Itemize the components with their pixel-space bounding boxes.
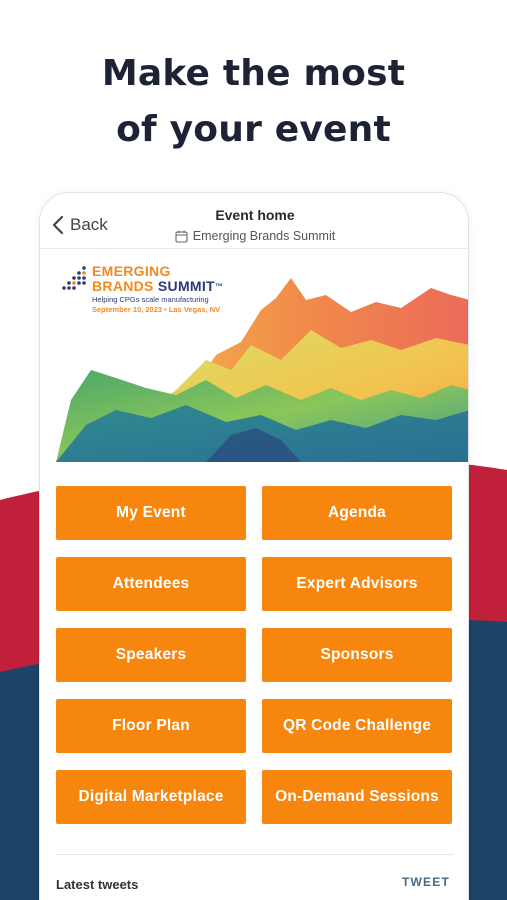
logo-word-summit: SUMMIT xyxy=(157,278,215,294)
headline-line-2: of your event xyxy=(116,109,391,150)
tile-qr-code-challenge[interactable]: QR Code Challenge xyxy=(262,699,452,753)
logo-line-2: BRANDS SUMMIT™ xyxy=(92,279,223,294)
phone-frame: Back Event home Emerging Brands Summit E… xyxy=(39,192,469,900)
logo-word-brands: BRANDS xyxy=(92,278,158,294)
calendar-icon xyxy=(175,230,188,243)
tile-on-demand-sessions[interactable]: On-Demand Sessions xyxy=(262,770,452,824)
tile-my-event[interactable]: My Event xyxy=(56,486,246,540)
event-subtitle-text: Emerging Brands Summit xyxy=(192,229,336,243)
logo-trademark: ™ xyxy=(214,282,224,291)
headline-line-1: Make the most xyxy=(101,53,406,94)
section-divider xyxy=(56,854,454,855)
tile-digital-marketplace[interactable]: Digital Marketplace xyxy=(56,770,246,824)
tile-agenda[interactable]: Agenda xyxy=(262,486,452,540)
tile-speakers[interactable]: Speakers xyxy=(56,628,246,682)
tweet-button[interactable]: TWEET xyxy=(402,875,450,889)
logo-line-1: EMERGING xyxy=(92,263,171,279)
event-banner: EMERGING BRANDS SUMMIT™ Helping CPGs sca… xyxy=(56,250,468,462)
logo-date: September 10, 2023 • Las Vegas, NV xyxy=(92,305,221,314)
dot-grid-logo-icon xyxy=(62,266,86,290)
tile-sponsors[interactable]: Sponsors xyxy=(262,628,452,682)
nav-bar: Back Event home Emerging Brands Summit xyxy=(40,193,468,249)
logo-tagline: Helping CPGs scale manufacturing xyxy=(92,295,209,304)
tile-floor-plan[interactable]: Floor Plan xyxy=(56,699,246,753)
tile-expert-advisors[interactable]: Expert Advisors xyxy=(262,557,452,611)
page-title: Event home xyxy=(215,207,295,223)
latest-tweets-heading: Latest tweets xyxy=(56,877,139,892)
event-subtitle: Emerging Brands Summit xyxy=(40,229,468,243)
event-logo-text: EMERGING BRANDS SUMMIT™ Helping CPGs sca… xyxy=(92,264,223,315)
tile-attendees[interactable]: Attendees xyxy=(56,557,246,611)
menu-grid: My Event Agenda Attendees Expert Advisor… xyxy=(56,486,454,824)
headline: Make the most of your event xyxy=(0,46,507,158)
